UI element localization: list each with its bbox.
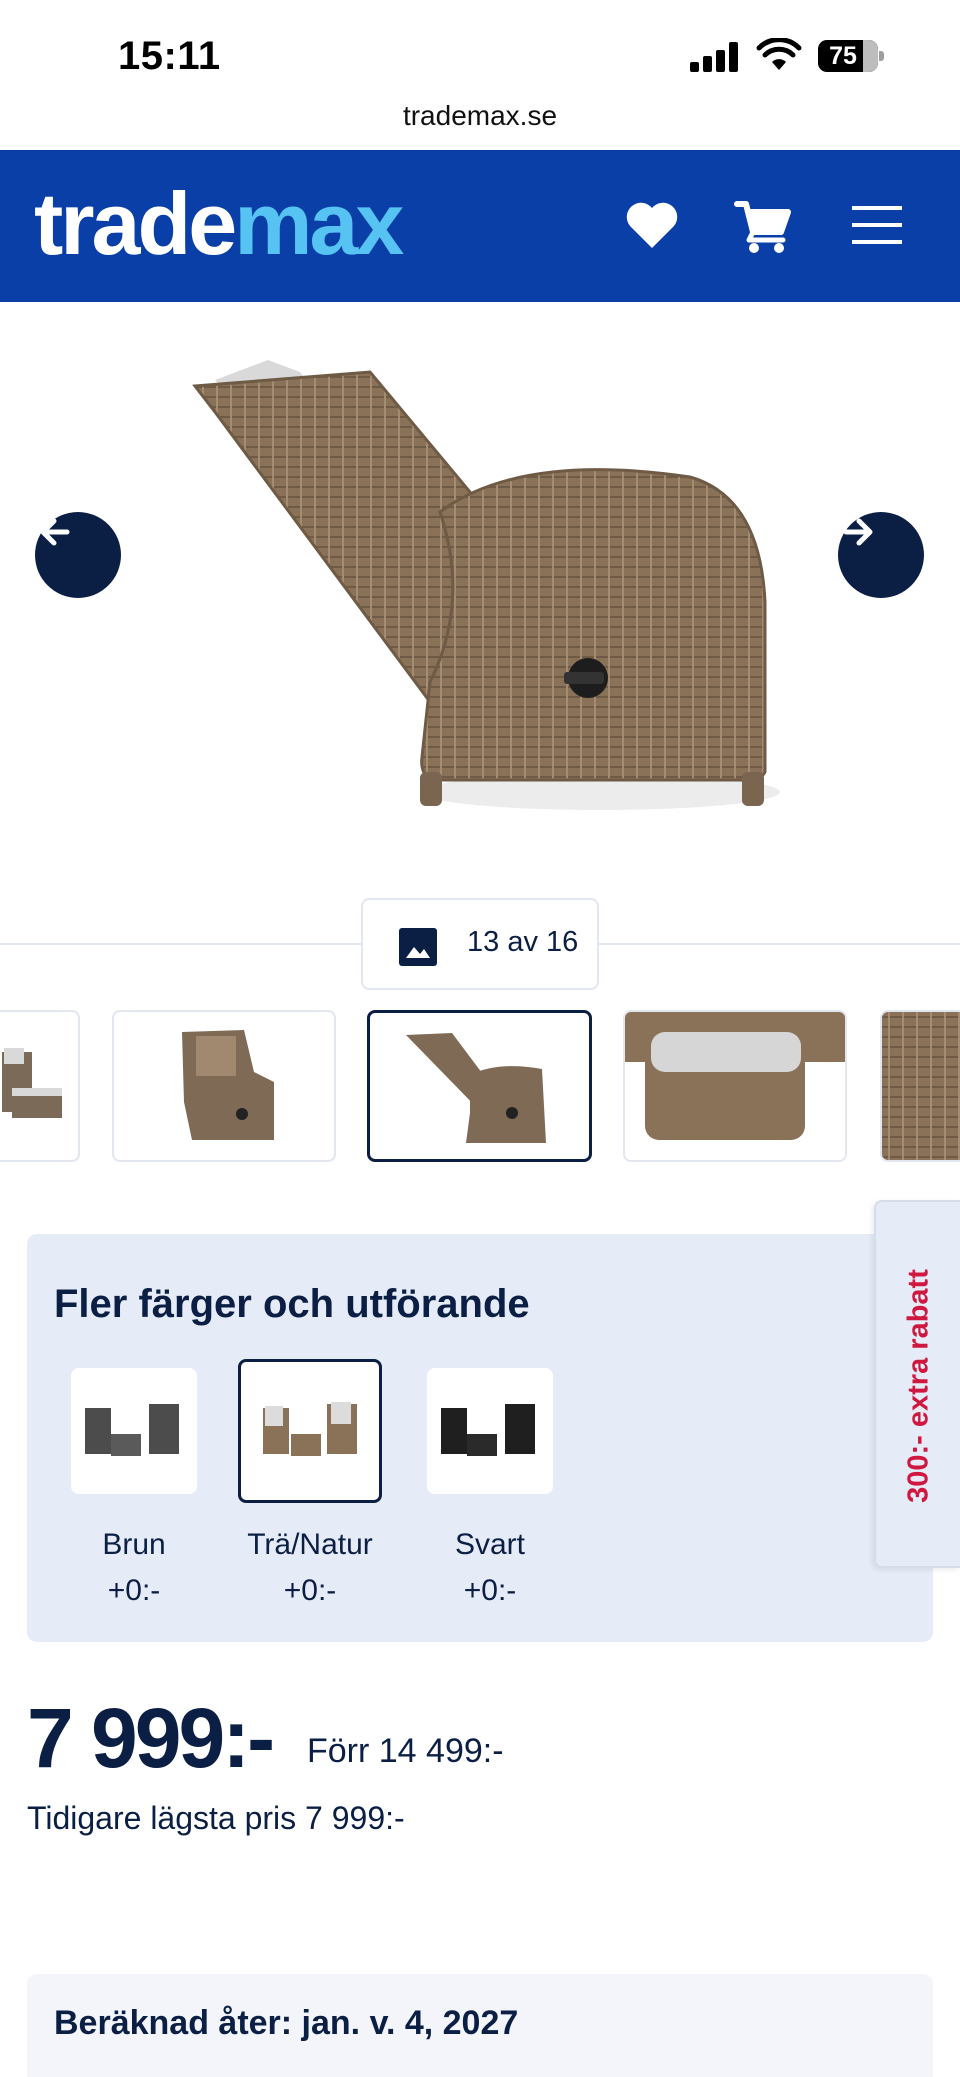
delivery-estimate: Beräknad åter: jan. v. 4, 2027 [54,2004,519,2042]
thumbnail-image-selected[interactable] [367,1010,592,1162]
status-bar: 15:11 75 trademax.se [0,0,960,131]
lowest-previous-price: Tidigare lägsta pris 7 999:- [27,1800,405,1836]
variant-swatch [71,1368,197,1494]
product-image-carousel[interactable] [0,302,960,862]
previous-price: Förr 14 499:- [307,1732,504,1770]
variants-title: Fler färger och utförande [54,1282,530,1326]
image-icon [399,928,437,966]
battery-level: 75 [829,42,857,70]
site-header: trademax [0,150,960,302]
delivery-info: Beräknad åter: jan. v. 4, 2027 [27,1974,933,2077]
previous-image-button[interactable] [35,512,121,598]
status-time: 15:11 [118,34,221,78]
variant-price: +0:- [107,1574,161,1607]
thumbnail-image[interactable] [0,1010,80,1162]
thumbnail-image[interactable] [623,1010,847,1162]
variant-swatch [427,1368,553,1494]
variant-price: +0:- [463,1574,517,1607]
next-image-button[interactable] [838,512,924,598]
battery-icon: 75 [818,40,884,72]
wifi-icon [756,38,802,70]
cart-icon[interactable] [733,196,793,256]
variants-panel: Fler färger och utförande Brun +0:- Trä/… [27,1234,933,1642]
address-bar-url[interactable]: trademax.se [0,100,960,132]
variant-price: +0:- [283,1574,337,1607]
product-image [192,360,780,810]
logo-text-trade: trade [34,174,237,273]
image-counter-text: 13 av 16 [467,926,579,958]
thumbnail-image[interactable] [880,1010,960,1162]
variant-name: Brun [102,1528,166,1561]
heart-icon[interactable] [622,196,682,256]
thumbnail-image[interactable] [112,1010,336,1162]
image-counter[interactable]: 13 av 16 [361,898,599,990]
trademax-logo[interactable]: trademax [34,174,404,274]
extra-discount-label: 300:- extra rabatt [902,1269,935,1503]
variant-swatch-selected [238,1359,382,1503]
arrow-left-icon [40,518,70,546]
menu-icon[interactable] [848,196,908,256]
logo-text-max: max [234,174,404,273]
signal-icon [690,42,742,72]
variant-name: Trä/Natur [247,1528,373,1561]
extra-discount-tab[interactable]: 300:- extra rabatt [874,1200,960,1568]
product-price: 7 999:- [27,1691,275,1785]
variant-name: Svart [454,1528,526,1561]
arrow-right-icon [843,518,873,546]
